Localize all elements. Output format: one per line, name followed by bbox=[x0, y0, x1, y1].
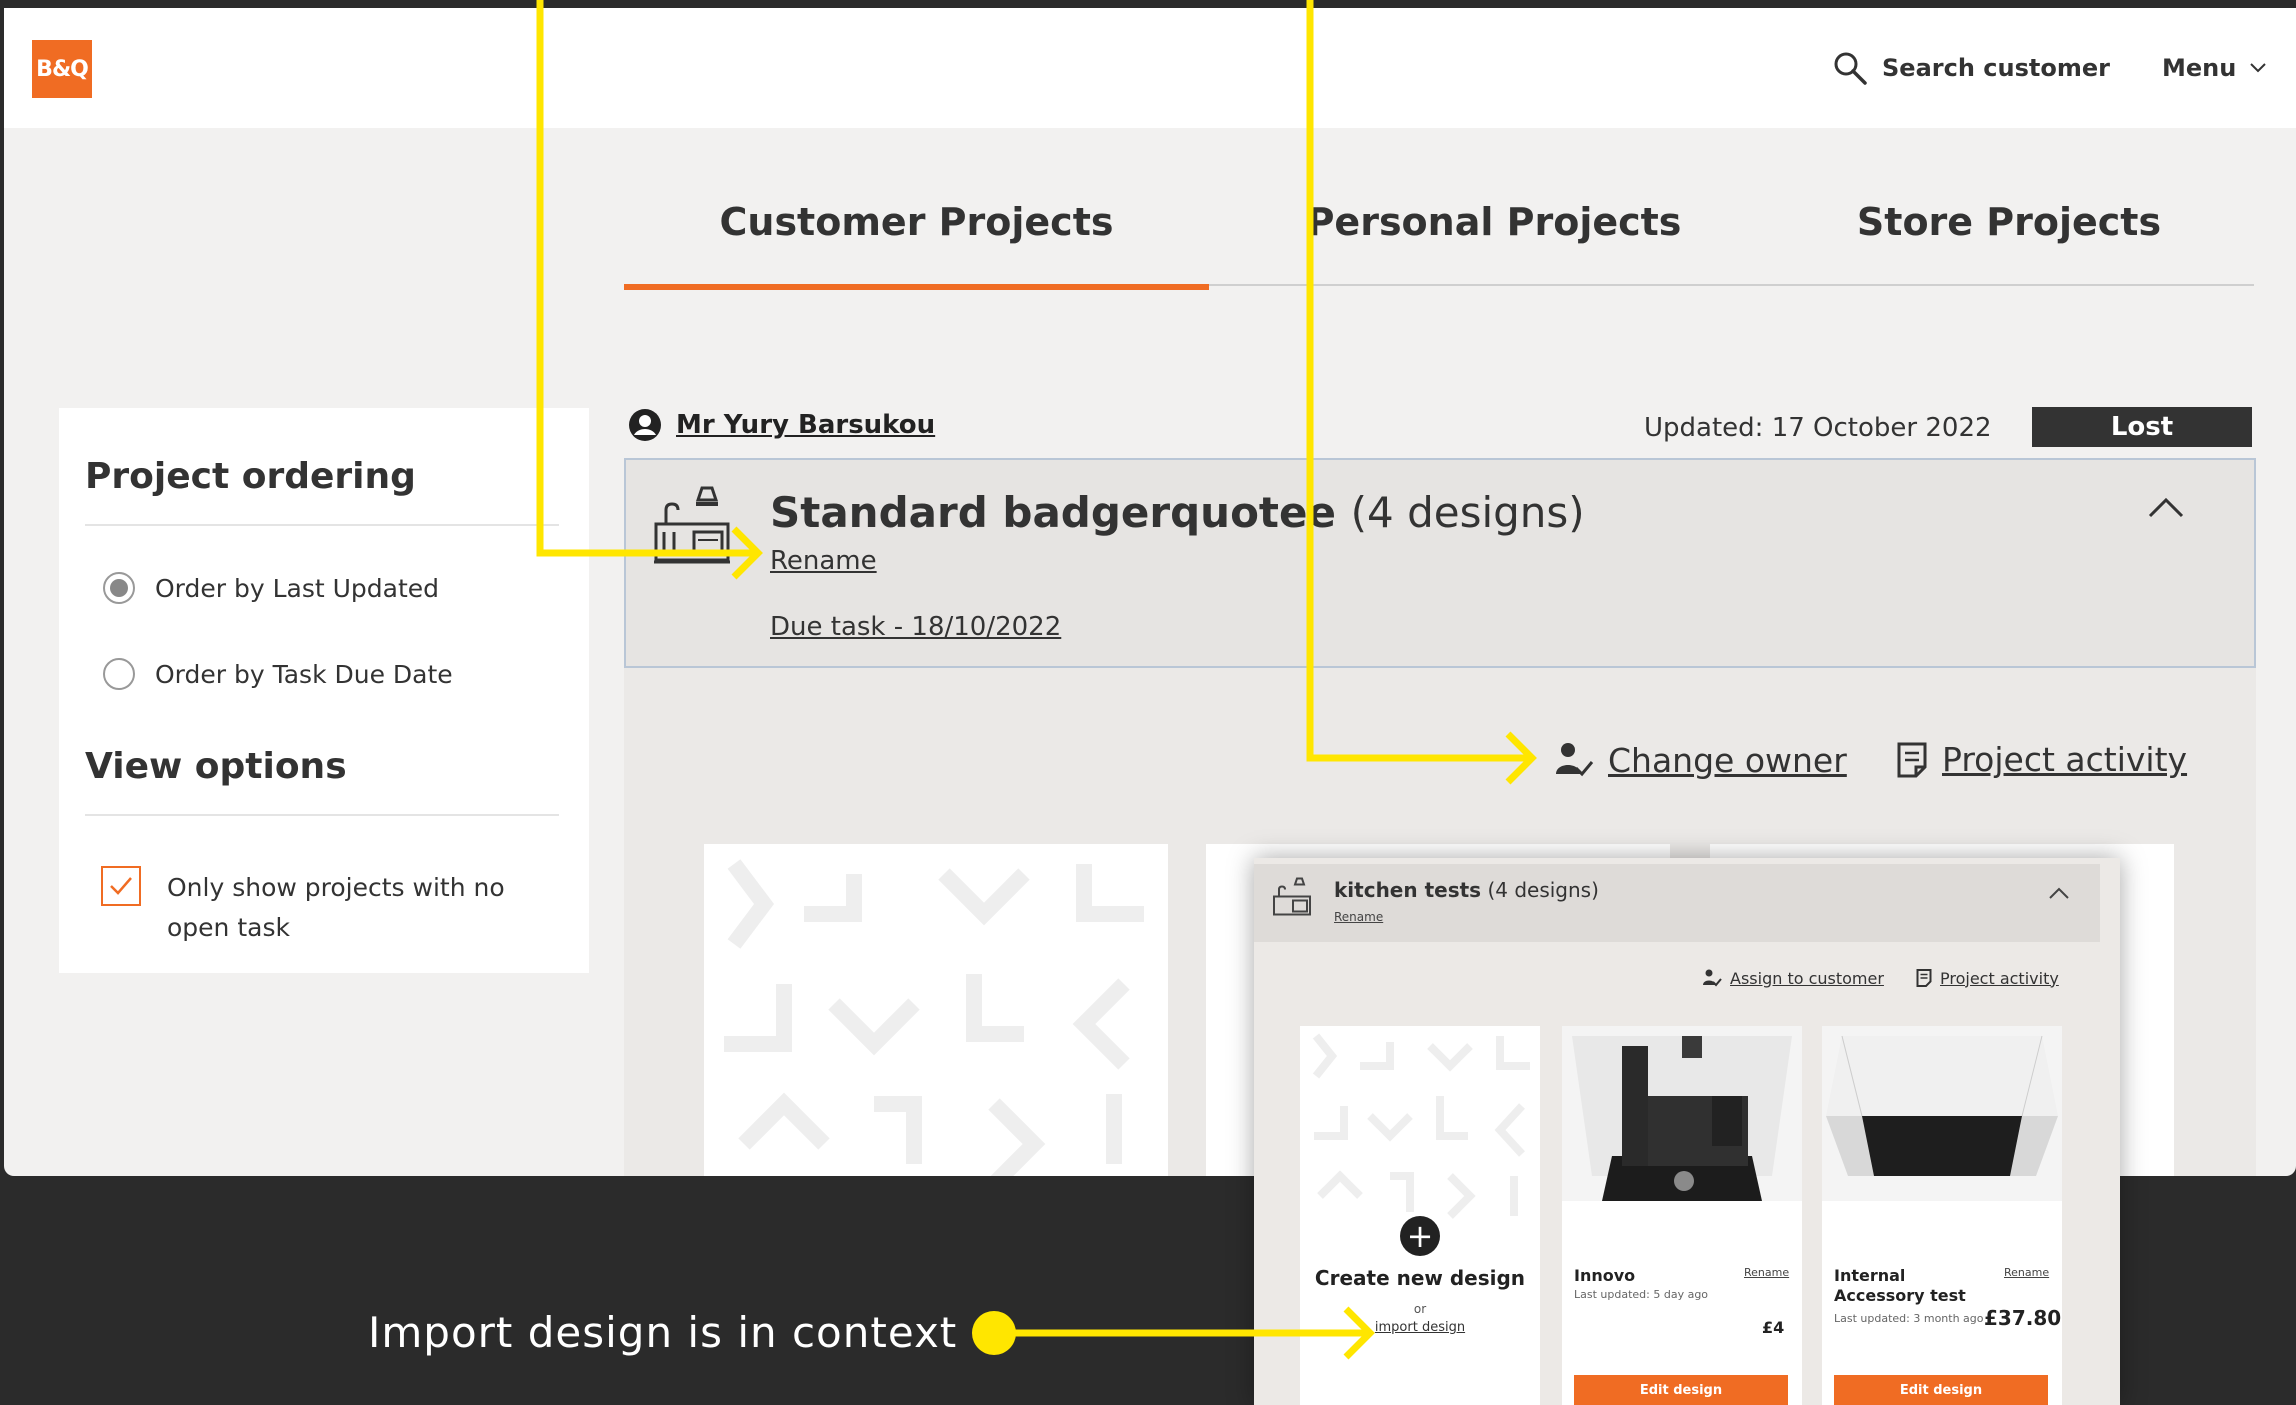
annotation-dot bbox=[972, 1311, 1016, 1355]
annotation-text: Import design is in context bbox=[368, 1308, 958, 1357]
annotation-overlay bbox=[536, 0, 1537, 1360]
